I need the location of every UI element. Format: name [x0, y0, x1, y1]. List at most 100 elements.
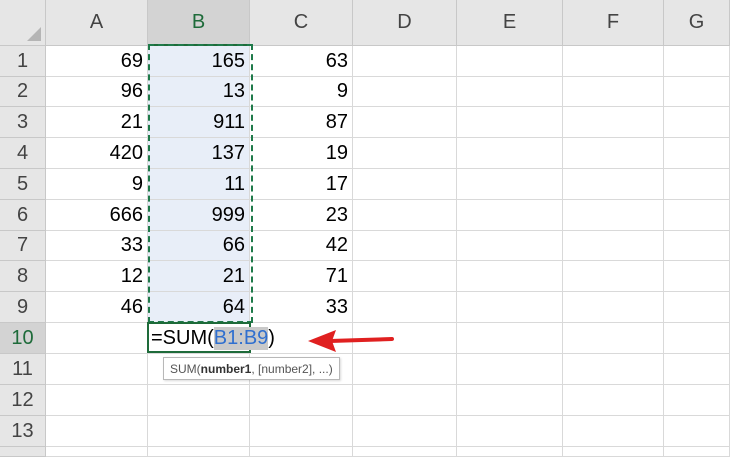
- cell-d4[interactable]: [353, 138, 457, 169]
- cell-f6[interactable]: [563, 200, 664, 231]
- cell-c7[interactable]: 42: [250, 231, 353, 261]
- column-header-g[interactable]: G: [664, 0, 730, 46]
- cell-c2[interactable]: 9: [250, 77, 353, 107]
- select-all-corner[interactable]: [0, 0, 46, 46]
- cell-f14[interactable]: [563, 447, 664, 457]
- cell-b6[interactable]: 999: [148, 200, 250, 231]
- cell-g6[interactable]: [664, 200, 730, 231]
- row-header-12[interactable]: 12: [0, 385, 46, 416]
- cell-g10[interactable]: [664, 323, 730, 354]
- cell-d5[interactable]: [353, 169, 457, 200]
- row-header-5[interactable]: 5: [0, 169, 46, 200]
- cell-a3[interactable]: 21: [46, 107, 148, 138]
- cell-a14[interactable]: [46, 447, 148, 457]
- row-header-2[interactable]: 2: [0, 77, 46, 107]
- cell-g7[interactable]: [664, 231, 730, 261]
- row-header-6[interactable]: 6: [0, 200, 46, 231]
- cell-f12[interactable]: [563, 385, 664, 416]
- cell-a12[interactable]: [46, 385, 148, 416]
- cell-g8[interactable]: [664, 261, 730, 292]
- formula-entry[interactable]: =SUM(B1:B9): [151, 325, 275, 351]
- cell-b9[interactable]: 64: [148, 292, 250, 323]
- cell-g14[interactable]: [664, 447, 730, 457]
- cell-b5[interactable]: 11: [148, 169, 250, 200]
- cell-d14[interactable]: [353, 447, 457, 457]
- cell-d8[interactable]: [353, 261, 457, 292]
- cell-b1[interactable]: 165: [148, 46, 250, 77]
- cell-f13[interactable]: [563, 416, 664, 447]
- row-header-4[interactable]: 4: [0, 138, 46, 169]
- cell-f1[interactable]: [563, 46, 664, 77]
- cell-b14[interactable]: [148, 447, 250, 457]
- row-header-14[interactable]: [0, 447, 46, 457]
- cell-a1[interactable]: 69: [46, 46, 148, 77]
- cell-c13[interactable]: [250, 416, 353, 447]
- cell-e6[interactable]: [457, 200, 563, 231]
- cell-g1[interactable]: [664, 46, 730, 77]
- cell-c9[interactable]: 33: [250, 292, 353, 323]
- cell-g4[interactable]: [664, 138, 730, 169]
- cell-d1[interactable]: [353, 46, 457, 77]
- cell-e3[interactable]: [457, 107, 563, 138]
- cell-f8[interactable]: [563, 261, 664, 292]
- cell-d3[interactable]: [353, 107, 457, 138]
- cell-e4[interactable]: [457, 138, 563, 169]
- cell-a13[interactable]: [46, 416, 148, 447]
- cell-e5[interactable]: [457, 169, 563, 200]
- cell-c12[interactable]: [250, 385, 353, 416]
- cell-g2[interactable]: [664, 77, 730, 107]
- row-header-8[interactable]: 8: [0, 261, 46, 292]
- column-header-a[interactable]: A: [46, 0, 148, 46]
- cell-b8[interactable]: 21: [148, 261, 250, 292]
- cell-c4[interactable]: 19: [250, 138, 353, 169]
- cell-e7[interactable]: [457, 231, 563, 261]
- column-header-d[interactable]: D: [353, 0, 457, 46]
- cell-a10[interactable]: [46, 323, 148, 354]
- cell-d9[interactable]: [353, 292, 457, 323]
- cell-g3[interactable]: [664, 107, 730, 138]
- cell-f10[interactable]: [563, 323, 664, 354]
- cell-c5[interactable]: 17: [250, 169, 353, 200]
- cell-e14[interactable]: [457, 447, 563, 457]
- cell-b3[interactable]: 911: [148, 107, 250, 138]
- cell-f7[interactable]: [563, 231, 664, 261]
- cell-g11[interactable]: [664, 354, 730, 385]
- cell-d7[interactable]: [353, 231, 457, 261]
- cell-d13[interactable]: [353, 416, 457, 447]
- cell-b12[interactable]: [148, 385, 250, 416]
- cell-d6[interactable]: [353, 200, 457, 231]
- cell-e12[interactable]: [457, 385, 563, 416]
- cell-g12[interactable]: [664, 385, 730, 416]
- cell-g13[interactable]: [664, 416, 730, 447]
- column-header-c[interactable]: C: [250, 0, 353, 46]
- cell-b13[interactable]: [148, 416, 250, 447]
- cell-e8[interactable]: [457, 261, 563, 292]
- cell-d12[interactable]: [353, 385, 457, 416]
- cell-e10[interactable]: [457, 323, 563, 354]
- row-header-10[interactable]: 10: [0, 323, 46, 354]
- row-header-11[interactable]: 11: [0, 354, 46, 385]
- row-header-9[interactable]: 9: [0, 292, 46, 323]
- cell-e1[interactable]: [457, 46, 563, 77]
- cell-c14[interactable]: [250, 447, 353, 457]
- cell-f9[interactable]: [563, 292, 664, 323]
- cell-a7[interactable]: 33: [46, 231, 148, 261]
- cell-b7[interactable]: 66: [148, 231, 250, 261]
- cell-a5[interactable]: 9: [46, 169, 148, 200]
- cell-c3[interactable]: 87: [250, 107, 353, 138]
- cell-e2[interactable]: [457, 77, 563, 107]
- cell-f4[interactable]: [563, 138, 664, 169]
- row-header-1[interactable]: 1: [0, 46, 46, 77]
- cell-d2[interactable]: [353, 77, 457, 107]
- column-header-f[interactable]: F: [563, 0, 664, 46]
- cell-f2[interactable]: [563, 77, 664, 107]
- column-header-b[interactable]: B: [148, 0, 250, 46]
- row-header-3[interactable]: 3: [0, 107, 46, 138]
- cell-a4[interactable]: 420: [46, 138, 148, 169]
- row-header-13[interactable]: 13: [0, 416, 46, 447]
- cell-e9[interactable]: [457, 292, 563, 323]
- cell-c1[interactable]: 63: [250, 46, 353, 77]
- function-tooltip[interactable]: SUM(number1, [number2], ...): [163, 357, 340, 380]
- cell-f5[interactable]: [563, 169, 664, 200]
- column-header-e[interactable]: E: [457, 0, 563, 46]
